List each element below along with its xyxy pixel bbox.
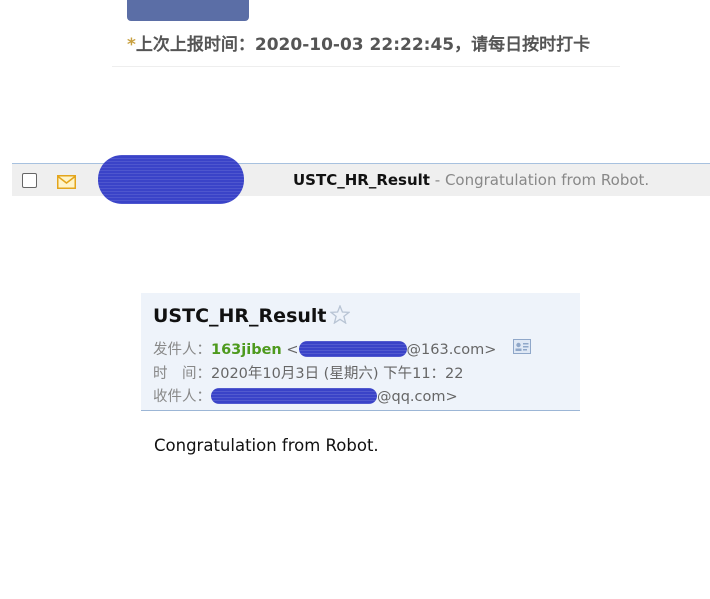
notice-text: 上次上报时间：2020-10-03 22:22:45，请每日按时打卡 <box>135 35 591 55</box>
mail-body: Congratulation from Robot. <box>154 436 379 455</box>
redacted-to-address <box>211 388 377 404</box>
redacted-from-address <box>298 341 407 357</box>
mail-title-line: USTC_HR_Result <box>153 304 351 329</box>
last-report-notice: *上次上报时间：2020-10-03 22:22:45，请每日按时打卡 <box>127 30 590 55</box>
from-domain: @163.com> <box>406 342 497 358</box>
header-bar <box>127 0 249 21</box>
from-label: 发件人： <box>153 342 211 358</box>
to-domain: @qq.com> <box>377 389 458 405</box>
to-label: 收件人： <box>153 389 211 405</box>
envelope-icon[interactable] <box>57 174 76 193</box>
row-subject: USTC_HR_Result <box>293 171 430 189</box>
time-value: 2020年10月3日 (星期六) 下午11：22 <box>211 366 464 382</box>
mail-title: USTC_HR_Result <box>153 305 327 327</box>
sender-name[interactable]: 163jiben <box>211 342 282 358</box>
to-line: 收件人： @qq.com> <box>153 385 458 406</box>
row-preview: Congratulation from Robot. <box>444 171 650 189</box>
redacted-sender <box>98 155 244 204</box>
row-separator: - <box>429 171 445 189</box>
mail-header-card: USTC_HR_Result 发件人：163jiben < @163.com> 时… <box>141 293 580 411</box>
row-subject-link[interactable]: USTC_HR_Result - Congratulation from Rob… <box>293 171 649 189</box>
from-line: 发件人：163jiben < @163.com> <box>153 338 496 359</box>
time-label: 时 间： <box>153 366 211 382</box>
star-outline-icon[interactable] <box>328 304 351 329</box>
mail-list-row[interactable]: USTC_HR_Result - Congratulation from Rob… <box>12 155 710 204</box>
notice-asterisk: * <box>127 35 136 55</box>
time-line: 时 间：2020年10月3日 (星期六) 下午11：22 <box>153 362 464 383</box>
notice-divider <box>112 66 620 67</box>
contact-card-icon[interactable] <box>513 339 531 358</box>
row-checkbox[interactable] <box>22 173 37 188</box>
from-open-bracket: < <box>281 342 299 358</box>
